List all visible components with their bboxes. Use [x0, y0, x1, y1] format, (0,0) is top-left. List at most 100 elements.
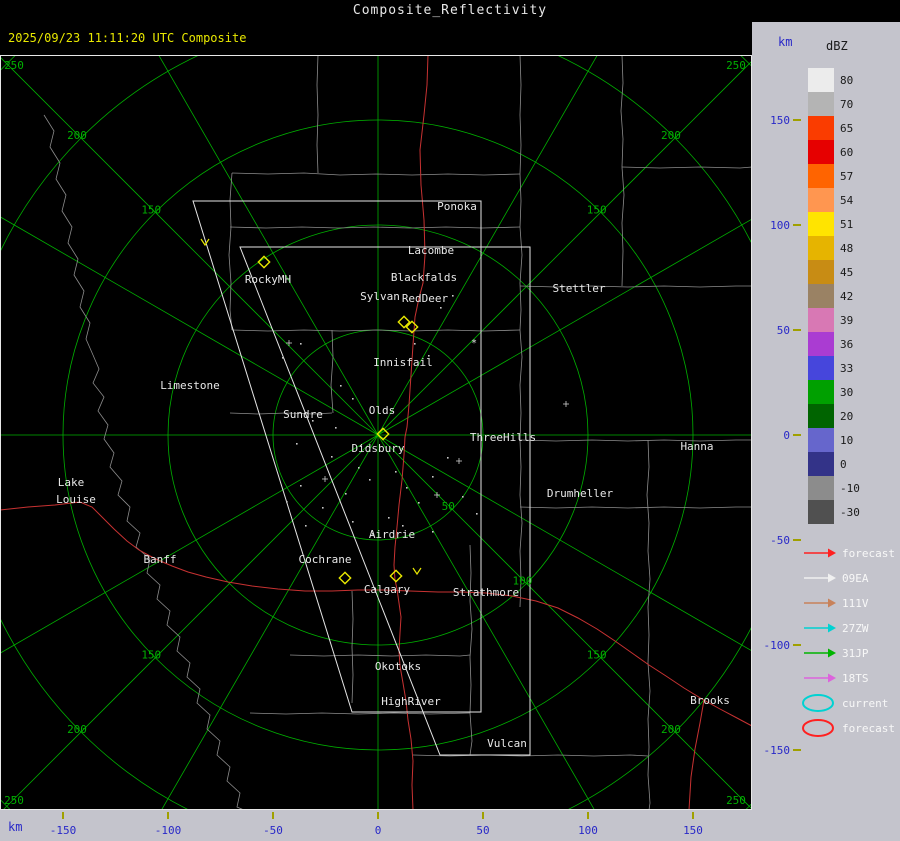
track-label: forecast — [842, 547, 895, 560]
range-ring-label: 200 — [661, 723, 681, 736]
window-titlebar[interactable]: Composite_Reflectivity — [0, 0, 900, 22]
range-spoke — [2, 434, 379, 810]
dbz-value: 54 — [840, 194, 854, 207]
radar-map[interactable]: 50 100 150 150 150 150 200 200 200 200 250 250 250 25… — [0, 55, 752, 810]
range-ring-label: 250 — [4, 794, 24, 807]
dbz-swatch — [808, 116, 834, 140]
town-dot — [300, 343, 302, 345]
track-arrowhead — [828, 548, 836, 558]
x-axis-label: 0 — [375, 824, 382, 837]
dbz-swatch — [808, 452, 834, 476]
town-dot — [345, 493, 347, 495]
y-axis-tick — [793, 434, 801, 436]
place-label: Banff — [143, 553, 176, 566]
dbz-value: 45 — [840, 266, 853, 279]
y-axis-tick — [793, 539, 801, 541]
dbz-swatch — [808, 428, 834, 452]
x-axis-label: 100 — [578, 824, 598, 837]
place-label: Vulcan — [487, 737, 527, 750]
window-title: Composite_Reflectivity — [352, 3, 548, 18]
town-dot — [335, 427, 337, 429]
county-boundary — [469, 544, 473, 756]
asterisk-marker: * — [471, 338, 477, 349]
legend-panel: km dBZ 150 100 50 0 -50 -100 -150 80 70 65 60 57 54 5… — [752, 22, 900, 841]
y-axis-label: -50 — [770, 534, 790, 547]
town-dot — [402, 525, 404, 527]
place-label: ThreeHills — [470, 431, 536, 444]
place-label: Didsbury — [352, 442, 405, 455]
dbz-value: -10 — [840, 482, 860, 495]
range-ring-label: 200 — [67, 723, 87, 736]
place-label: Calgary — [364, 583, 411, 596]
county-boundary — [351, 590, 354, 704]
county-boundary — [330, 329, 334, 414]
x-axis-label: -150 — [50, 824, 77, 837]
range-ring-label: 200 — [67, 129, 87, 142]
town-dot — [300, 485, 302, 487]
town-dot — [340, 385, 342, 387]
place-label: Drumheller — [547, 487, 614, 500]
county-boundary — [229, 226, 521, 229]
town-dot — [395, 471, 397, 473]
track-arrowhead — [828, 623, 836, 633]
place-label: Brooks — [690, 694, 730, 707]
x-axis-tick — [62, 812, 64, 819]
storm-ellipse — [802, 719, 834, 737]
town-dot — [358, 467, 360, 469]
horizontal-axis-canvas: -150 -100 -50 0 50 100 150 — [50, 812, 703, 837]
radar-map-canvas[interactable]: 5010015015015015020020020020025025025025… — [0, 55, 752, 810]
dbz-value: 60 — [840, 146, 853, 159]
town-dot — [432, 531, 434, 533]
dbz-swatch — [808, 332, 834, 356]
place-label: Airdrie — [369, 528, 415, 541]
track-label: 18TS — [842, 672, 869, 685]
dbz-swatch — [808, 380, 834, 404]
range-spoke — [377, 434, 595, 810]
town-dot — [406, 487, 408, 489]
y-axis-tick — [793, 119, 801, 121]
dbz-value: 57 — [840, 170, 853, 183]
x-axis-tick — [377, 812, 379, 819]
dbz-swatch — [808, 68, 834, 92]
town-dot — [331, 456, 333, 458]
y-axis-tick — [793, 224, 801, 226]
legend-unit: dBZ — [826, 39, 848, 53]
diamond-marker — [389, 569, 403, 583]
y-axis-label: -150 — [764, 744, 791, 757]
dbz-swatch — [808, 308, 834, 332]
storm-ellipse — [802, 694, 834, 712]
place-label: Lacombe — [408, 244, 454, 257]
range-spoke — [377, 434, 752, 652]
range-spoke — [0, 56, 379, 436]
dbz-value: 70 — [840, 98, 853, 111]
place-label: Olds — [369, 404, 396, 417]
town-dot — [369, 479, 371, 481]
dbz-swatch — [808, 476, 834, 500]
highway-line — [688, 699, 705, 810]
dbz-value: 51 — [840, 218, 853, 231]
place-label: Ponoka — [437, 200, 477, 213]
y-axis-tick — [793, 644, 801, 646]
storm-ellipse-label: current — [842, 697, 888, 710]
place-label: Lake — [58, 476, 85, 489]
vertical-axis-unit: km — [778, 35, 793, 49]
dbz-swatch — [808, 212, 834, 236]
x-axis-label: -50 — [263, 824, 283, 837]
chevron-marker — [412, 567, 422, 576]
dbz-swatch — [808, 92, 834, 116]
place-label: Cochrane — [299, 553, 352, 566]
dbz-value: 39 — [840, 314, 853, 327]
x-axis-tick — [692, 812, 694, 819]
place-label: Stettler — [553, 282, 606, 295]
place-label: Hanna — [680, 440, 713, 453]
county-boundary — [231, 329, 521, 332]
status-band: 2025/09/23 11:11:20 UTC Composite — [0, 22, 752, 55]
town-dot — [388, 517, 390, 519]
y-axis-tick — [793, 749, 801, 751]
storm-ellipse-label: forecast — [842, 722, 895, 735]
x-axis-tick — [587, 812, 589, 819]
county-boundary — [316, 55, 319, 174]
town-dot — [476, 513, 478, 515]
range-ring-label: 150 — [587, 649, 607, 662]
place-label: Sundre — [283, 408, 323, 421]
